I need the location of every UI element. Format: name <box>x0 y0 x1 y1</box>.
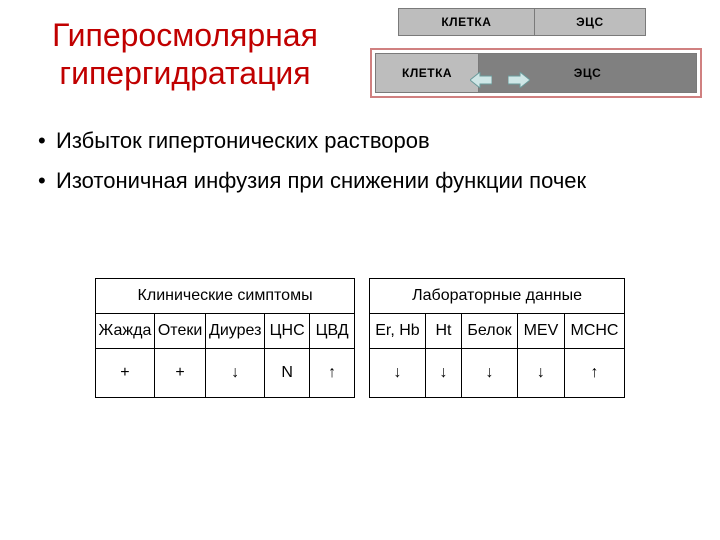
cell-value: ↓ <box>517 349 564 398</box>
cell-value: ↓ <box>462 349 518 398</box>
slide-title: Гиперосмолярная гипергидратация <box>10 16 360 92</box>
cell-value: ↑ <box>564 349 624 398</box>
arrow-right-icon <box>508 72 530 88</box>
cell-compartment-label: КЛЕТКА <box>399 9 535 35</box>
cell-value: + <box>96 349 155 398</box>
col-header: Диурез <box>206 314 265 349</box>
compartment-diagram: КЛЕТКА ЭЦС КЛЕТКА ЭЦС <box>370 8 710 98</box>
diagram-row-normal: КЛЕТКА ЭЦС <box>398 8 646 36</box>
cell-value: ↓ <box>370 349 426 398</box>
table-gap <box>355 279 370 398</box>
col-header: Отеки <box>154 314 205 349</box>
cell-value: ↑ <box>310 349 355 398</box>
col-header: ЦВД <box>310 314 355 349</box>
bullet-text: Изотоничная инфузия при снижении функции… <box>56 164 586 198</box>
col-header: Белок <box>462 314 518 349</box>
diagram-row-highlighted: КЛЕТКА ЭЦС <box>370 48 702 98</box>
bullet-dot-icon: • <box>38 164 56 198</box>
col-header: ЦНС <box>265 314 310 349</box>
bullet-list: • Избыток гипертонических растворов • Из… <box>38 124 678 204</box>
bullet-dot-icon: • <box>38 124 56 158</box>
bullet-item: • Изотоничная инфузия при снижении функц… <box>38 164 678 198</box>
arrow-left-icon <box>470 72 492 88</box>
col-header: Ht <box>425 314 461 349</box>
cell-label: КЛЕТКА <box>402 66 452 80</box>
data-table: Клинические симптомы Лабораторные данные… <box>95 278 625 398</box>
bullet-text: Избыток гипертонических растворов <box>56 124 430 158</box>
cell-value: + <box>154 349 205 398</box>
col-header: MCHC <box>564 314 624 349</box>
cell-value: ↓ <box>206 349 265 398</box>
ecs-label: ЭЦС <box>574 66 601 80</box>
cell-value: N <box>265 349 310 398</box>
cell-value: ↓ <box>425 349 461 398</box>
col-header: Жажда <box>96 314 155 349</box>
clinical-group-header: Клинические симптомы <box>96 279 355 314</box>
bullet-item: • Избыток гипертонических растворов <box>38 124 678 158</box>
table-group-row: Клинические симптомы Лабораторные данные <box>96 279 625 314</box>
cell-compartment-shrunk: КЛЕТКА <box>376 54 479 92</box>
col-header: Er, Hb <box>370 314 426 349</box>
ecs-compartment-label: ЭЦС <box>535 9 645 35</box>
lab-group-header: Лабораторные данные <box>370 279 625 314</box>
col-header: MEV <box>517 314 564 349</box>
